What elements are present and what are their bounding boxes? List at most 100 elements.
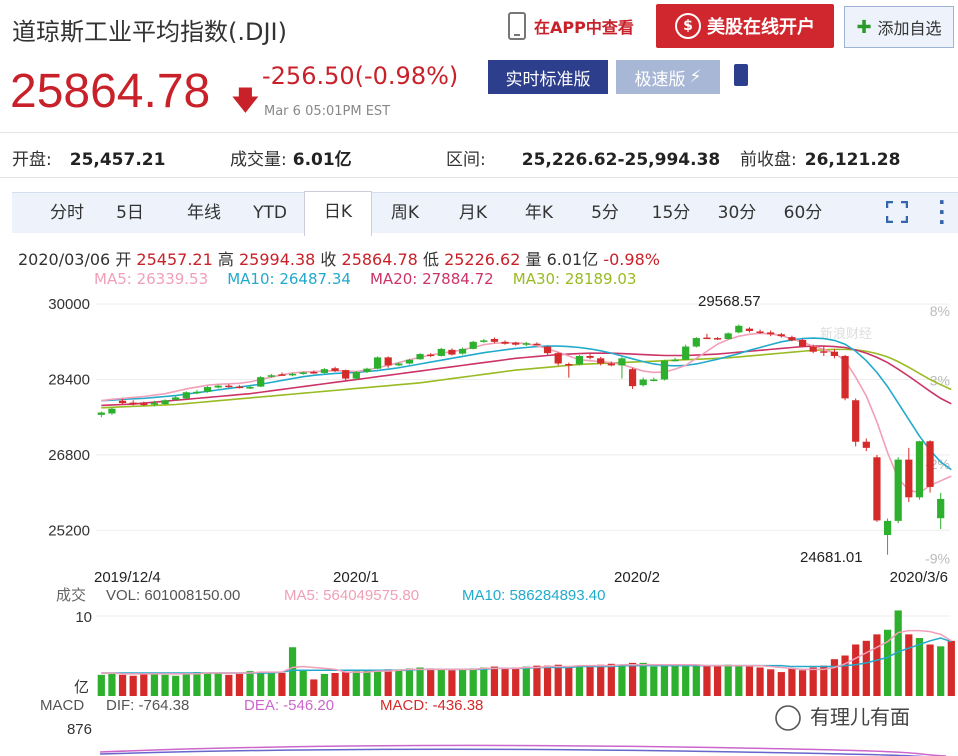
- candle-body: [745, 328, 754, 331]
- plus-icon: ✚: [856, 16, 872, 38]
- fullscreen-icon[interactable]: [886, 201, 908, 223]
- candle-body: [607, 363, 615, 366]
- volume-bar: [522, 666, 530, 696]
- y-tick-label: 26800: [48, 447, 90, 464]
- pct-tick-label: 8%: [930, 303, 950, 319]
- volume-bar: [788, 668, 796, 696]
- candle-body: [597, 358, 605, 364]
- volume-ma10-readout: MA10: 586284893.40: [462, 587, 605, 604]
- tab-60min[interactable]: 60分: [772, 193, 834, 233]
- tab-daily-k[interactable]: 日K: [304, 191, 372, 236]
- volume-bar: [565, 667, 573, 696]
- add-watchlist-button[interactable]: ✚ 添加自选: [844, 6, 954, 48]
- volume-readout: VOL: 601008150.00: [106, 587, 240, 604]
- fast-version-button[interactable]: 极速版 ⚡: [616, 60, 720, 94]
- open-account-button[interactable]: $ 美股在线开户: [656, 4, 834, 48]
- volume-bar: [830, 659, 839, 696]
- tab-5day[interactable]: 5日: [102, 193, 158, 233]
- candle-body: [735, 325, 743, 333]
- candle-body: [288, 373, 297, 376]
- candle-body: [862, 441, 870, 448]
- phone-icon: [508, 12, 526, 40]
- tab-yearly-k[interactable]: 年K: [508, 193, 570, 233]
- tab-5min[interactable]: 5分: [574, 193, 636, 233]
- tab-15min[interactable]: 15分: [640, 193, 702, 233]
- stat-range: 区间: 25,226.62-25,994.38: [446, 150, 721, 170]
- volume-y-tick: 10: [75, 609, 92, 626]
- macd-dea-readout: DEA: -546.20: [244, 697, 334, 714]
- candle-body: [660, 360, 669, 380]
- volume-bar: [490, 666, 499, 696]
- volume-bar: [140, 673, 148, 696]
- candle-body: [543, 346, 552, 354]
- volume-bar: [320, 673, 329, 696]
- page-title: 道琼斯工业平均指数(.DJI): [12, 18, 287, 46]
- wechat-icon: [775, 705, 801, 731]
- candle-body: [713, 338, 722, 340]
- mobile-icon[interactable]: [734, 64, 748, 86]
- volume-bar: [639, 662, 647, 696]
- volume-bar: [182, 673, 190, 696]
- candle-body: [639, 379, 647, 386]
- volume-bar: [809, 667, 817, 696]
- volume-bar: [352, 671, 360, 696]
- volume-bar: [756, 667, 764, 696]
- candle-body: [894, 459, 902, 521]
- volume-bar: [257, 672, 265, 696]
- y-tick-label: 25200: [48, 522, 90, 539]
- volume-bar: [798, 670, 807, 696]
- volume-bar: [278, 673, 286, 696]
- candle-body: [915, 441, 924, 498]
- candle-body: [203, 387, 212, 392]
- volume-unit-label: 亿: [74, 679, 89, 696]
- tab-monthly-k[interactable]: 月K: [442, 193, 504, 233]
- volume-bar: [384, 669, 392, 696]
- volume-bar: [427, 668, 435, 696]
- volume-bar: [767, 669, 775, 696]
- candle-body: [172, 397, 180, 400]
- candle-body: [905, 459, 913, 498]
- y-tick-label: 28400: [48, 372, 90, 389]
- volume-bar: [395, 669, 403, 696]
- volume-bar: [161, 674, 169, 696]
- high-annotation: 29568.57: [698, 293, 761, 310]
- volume-bar: [554, 664, 562, 696]
- macd-value-readout: MACD: -436.38: [380, 697, 483, 714]
- macd-panel-label: MACD: [40, 697, 84, 714]
- volume-bar: [288, 647, 297, 696]
- volume-bar: [607, 663, 615, 696]
- add-watchlist-label: 添加自选: [877, 19, 942, 38]
- volume-bar: [618, 664, 626, 696]
- stats-bar: 开盘: 25,457.21 成交量: 6.01亿 区间: 25,226.62-25,9…: [0, 132, 958, 178]
- timestamp: Mar 6 05:01PM EST: [264, 104, 391, 119]
- tab-30min[interactable]: 30分: [706, 193, 768, 233]
- volume-bar: [342, 672, 350, 696]
- volume-bar: [501, 668, 509, 696]
- candle-body: [809, 346, 817, 352]
- volume-bar: [267, 672, 275, 696]
- volume-bar: [777, 672, 785, 696]
- candle-body: [724, 333, 732, 340]
- tab-year-line[interactable]: 年线: [172, 193, 236, 233]
- volume-bar: [682, 665, 690, 696]
- volume-bar: [735, 665, 743, 696]
- volume-bar: [703, 665, 711, 696]
- stat-prev-close: 前收盘: 26,121.28: [740, 150, 901, 170]
- stat-open: 开盘: 25,457.21: [12, 150, 166, 170]
- x-tick-label: 2020/2: [614, 569, 660, 586]
- kline-chart[interactable]: 300002840026800252008%3%-2%-9%新浪财经29568.…: [0, 286, 958, 756]
- tab-ytd[interactable]: YTD: [238, 193, 302, 233]
- volume-ma5-readout: MA5: 564049575.80: [284, 587, 419, 604]
- volume-bar: [512, 667, 520, 696]
- realtime-standard-button[interactable]: 实时标准版: [488, 60, 608, 94]
- volume-bar: [373, 670, 382, 696]
- view-in-app-link[interactable]: 在APP中查看: [508, 12, 634, 40]
- volume-bar: [480, 667, 488, 696]
- candle-body: [682, 346, 690, 360]
- tab-weekly-k[interactable]: 周K: [374, 193, 436, 233]
- tab-intraday[interactable]: 分时: [32, 193, 102, 233]
- more-menu-icon[interactable]: · · ·: [938, 192, 946, 232]
- candle-body: [342, 370, 350, 379]
- volume-bar: [469, 668, 477, 696]
- candle-body: [873, 457, 881, 521]
